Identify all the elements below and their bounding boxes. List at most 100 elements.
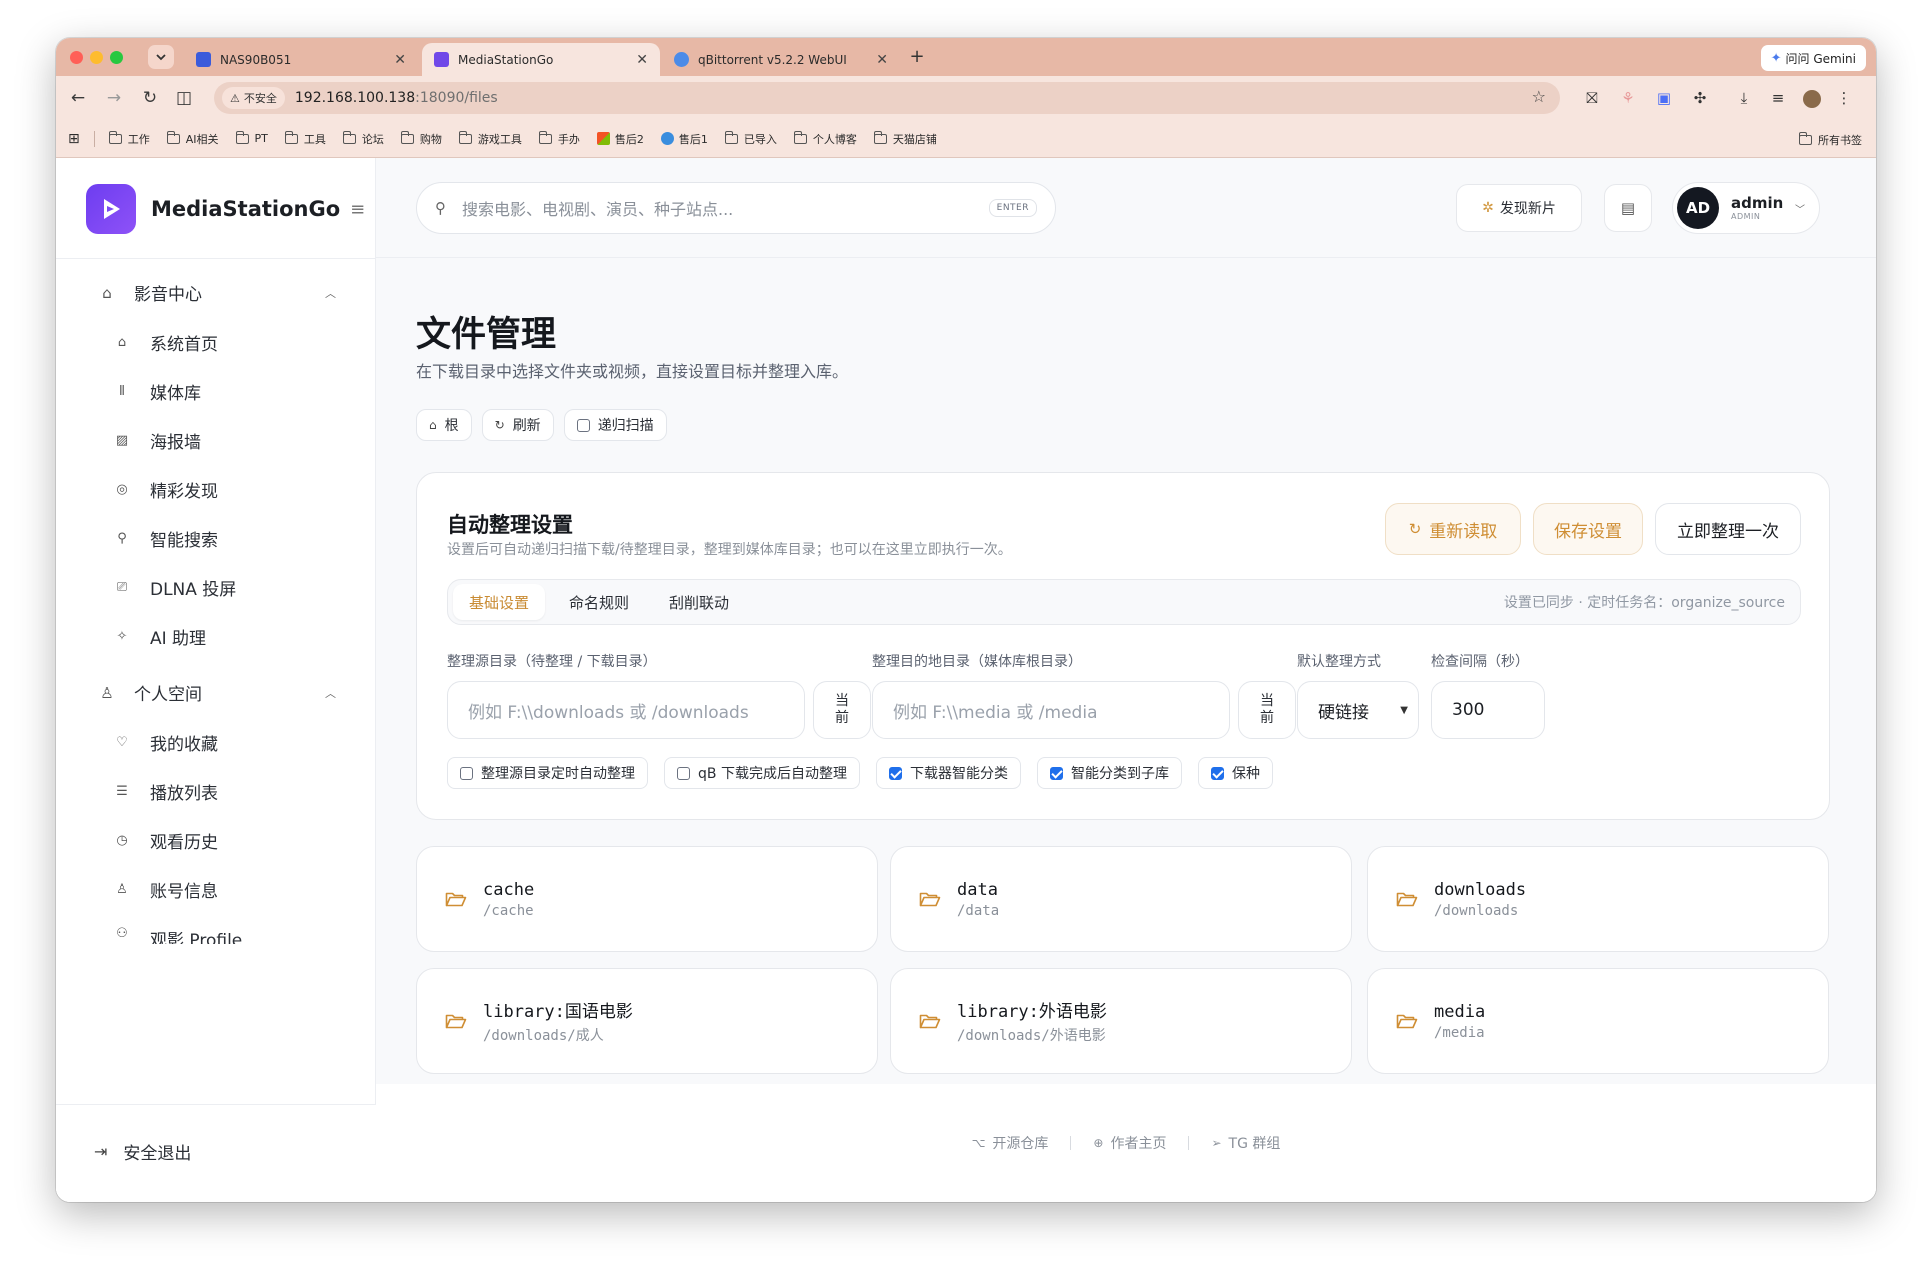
option-scheduled-organize[interactable]: 整理源目录定时自动整理 xyxy=(447,757,648,789)
sidebar-item-dlna[interactable]: ⎚ DLNA 投屏 xyxy=(114,575,237,600)
menu-kebab-icon[interactable]: ⋮ xyxy=(1832,86,1856,110)
profile-avatar-icon[interactable] xyxy=(1800,86,1824,110)
reload-icon[interactable]: ↻ xyxy=(138,86,162,110)
interval-label: 检查间隔（秒） xyxy=(1431,654,1529,670)
sidebar-item-history[interactable]: ◷ 观看历史 xyxy=(114,828,218,853)
url-path: :18090/files xyxy=(415,90,498,106)
sidebar-item-home[interactable]: ⌂ 系统首页 xyxy=(114,330,218,355)
media-controls-icon[interactable]: ≡ xyxy=(1766,86,1790,110)
bookmark-item[interactable]: 个人博客 xyxy=(793,130,857,147)
users-icon: ⚇ xyxy=(116,926,128,941)
save-settings-button[interactable]: 保存设置 xyxy=(1533,503,1643,555)
sidebar-item-posters[interactable]: ▨ 海报墙 xyxy=(114,428,201,453)
sidebar-item-discover[interactable]: ◎ 精彩发现 xyxy=(114,477,218,502)
nas-favicon-icon xyxy=(196,52,211,67)
tab-basic[interactable]: 基础设置 xyxy=(453,584,546,620)
sidebar-item-library[interactable]: ⫴ 媒体库 xyxy=(114,379,201,404)
browser-tab[interactable]: NAS90B051 ✕ xyxy=(184,43,418,76)
sidebar-item-playlists[interactable]: ☰ 播放列表 xyxy=(114,779,218,804)
bookmark-item[interactable]: 售后2 xyxy=(596,131,644,147)
sidebar-item-ai[interactable]: ✧ AI 助理 xyxy=(114,624,207,649)
close-tab-icon[interactable]: ✕ xyxy=(876,52,888,68)
folder-card[interactable]: cache/cache xyxy=(416,846,878,952)
dest-dir-input[interactable]: 例如 F:\\media 或 /media xyxy=(872,681,1230,739)
sidebar-item-search[interactable]: ⚲ 智能搜索 xyxy=(114,526,218,551)
folder-card[interactable]: data/data xyxy=(890,846,1352,952)
split-view-icon[interactable]: ◫ xyxy=(172,86,196,110)
all-bookmarks[interactable]: 所有书签 xyxy=(1799,132,1862,148)
bookmark-item[interactable]: 已导入 xyxy=(724,130,777,147)
puzzle-icon[interactable]: ✣ xyxy=(1688,86,1712,110)
option-classify-sublibrary[interactable]: 智能分类到子库 xyxy=(1036,757,1182,789)
option-label: 整理源目录定时自动整理 xyxy=(481,766,635,782)
sidebar-group-media[interactable]: ⌂ 影音中心 ︿ xyxy=(98,280,336,306)
close-tab-icon[interactable]: ✕ xyxy=(394,52,406,68)
recursive-scan-checkbox[interactable]: 递归扫描 xyxy=(563,409,667,441)
sidebar-item-account[interactable]: ♙ 账号信息 xyxy=(114,877,218,902)
mode-select[interactable]: 硬链接 ▼ xyxy=(1297,681,1419,739)
download-icon[interactable]: ⤓ xyxy=(1732,86,1756,110)
browser-chrome: NAS90B051 ✕ MediaStationGo ✕ qBittorrent… xyxy=(56,38,1876,158)
global-search-input[interactable]: ⚲ 搜索电影、电视剧、演员、种子站点... ENTER xyxy=(416,182,1056,234)
bookmark-star-icon[interactable]: ☆ xyxy=(1532,87,1546,106)
messages-button[interactable]: ▤ xyxy=(1604,184,1652,232)
footer-link-author[interactable]: ⊕ 作者主页 xyxy=(1093,1133,1166,1153)
option-label: qB 下载完成后自动整理 xyxy=(698,766,847,782)
back-icon[interactable]: ← xyxy=(66,86,90,110)
root-button[interactable]: ⌂ 根 xyxy=(416,409,472,441)
bookmark-item[interactable]: 手办 xyxy=(538,130,580,147)
bookmark-item[interactable]: 论坛 xyxy=(342,130,384,147)
extension-icon[interactable]: ⚘ xyxy=(1616,86,1640,110)
reload-settings-button[interactable]: ↻ 重新读取 xyxy=(1385,503,1521,555)
bookmark-item[interactable]: PT xyxy=(235,130,268,147)
sidebar-group-personal[interactable]: ♙ 个人空间 ︿ xyxy=(98,680,336,706)
close-window-button[interactable] xyxy=(70,51,83,64)
bookmark-item[interactable]: 售后1 xyxy=(660,131,708,147)
footer-link-telegram[interactable]: ➢ TG 群组 xyxy=(1211,1133,1280,1153)
hamburger-menu-icon[interactable]: ≡ xyxy=(350,199,365,220)
interval-input[interactable]: 300 xyxy=(1431,681,1545,739)
folder-card[interactable]: media/media xyxy=(1367,968,1829,1074)
bookmark-item[interactable]: 天猫店铺 xyxy=(873,130,937,147)
zoom-window-button[interactable] xyxy=(110,51,123,64)
apps-grid-icon[interactable]: ⊞ xyxy=(68,131,80,147)
bookmark-item[interactable]: 工作 xyxy=(108,130,150,147)
refresh-button[interactable]: ↻ 刷新 xyxy=(481,409,554,441)
bookmark-item[interactable]: AI相关 xyxy=(166,130,219,147)
close-tab-icon[interactable]: ✕ xyxy=(636,52,648,68)
browser-tab-active[interactable]: MediaStationGo ✕ xyxy=(422,43,660,76)
tab-naming[interactable]: 命名规则 xyxy=(553,584,645,620)
new-tab-button[interactable]: + xyxy=(904,44,930,70)
discover-button[interactable]: ✲ 发现新片 xyxy=(1456,184,1582,232)
extension-icon[interactable]: ▣ xyxy=(1652,86,1676,110)
minimize-window-button[interactable] xyxy=(90,51,103,64)
source-current-button[interactable]: 当前 xyxy=(813,681,871,739)
logout-button[interactable]: ⇥ 安全退出 xyxy=(94,1139,191,1164)
tab-search-button[interactable] xyxy=(148,45,174,69)
option-downloader-classify[interactable]: 下载器智能分类 xyxy=(875,757,1021,789)
folder-card[interactable]: downloads/downloads xyxy=(1367,846,1829,952)
security-chip[interactable]: ⚠ 不安全 xyxy=(222,87,285,109)
sidebar-item-favorites[interactable]: ♡ 我的收藏 xyxy=(114,730,218,755)
sidebar-item-profile[interactable]: ⚇ 观影 Profile xyxy=(114,926,242,944)
folder-path: /downloads/成人 xyxy=(483,1028,604,1044)
bookmark-item[interactable]: 游戏工具 xyxy=(458,130,522,147)
extension-icon[interactable]: ⛝ xyxy=(1580,86,1604,110)
source-dir-input[interactable]: 例如 F:\\downloads 或 /downloads xyxy=(447,681,805,739)
forward-icon[interactable]: → xyxy=(102,86,126,110)
dest-current-button[interactable]: 当前 xyxy=(1238,681,1296,739)
bookmark-item[interactable]: 工具 xyxy=(284,130,326,147)
brand[interactable]: MediaStationGo ≡ xyxy=(86,184,365,234)
option-qb-complete-organize[interactable]: qB 下载完成后自动整理 xyxy=(664,757,860,789)
browser-tab[interactable]: qBittorrent v5.2.2 WebUI ✕ xyxy=(662,43,900,76)
address-bar[interactable]: ⚠ 不安全 192.168.100.138:18090/files ☆ xyxy=(214,82,1560,114)
gemini-button[interactable]: ✦ 问问 Gemini xyxy=(1760,45,1866,71)
tab-scrape[interactable]: 刮削联动 xyxy=(653,584,745,620)
option-seeding[interactable]: 保种 xyxy=(1197,757,1273,789)
run-now-button[interactable]: 立即整理一次 xyxy=(1655,503,1801,555)
folder-card[interactable]: library:国语电影/downloads/成人 xyxy=(416,968,878,1074)
footer-link-repo[interactable]: ⌥ 开源仓库 xyxy=(972,1133,1049,1153)
folder-card[interactable]: library:外语电影/downloads/外语电影 xyxy=(890,968,1352,1074)
bookmark-item[interactable]: 购物 xyxy=(400,130,442,147)
user-menu[interactable]: AD admin ADMIN ﹀ xyxy=(1672,182,1820,234)
